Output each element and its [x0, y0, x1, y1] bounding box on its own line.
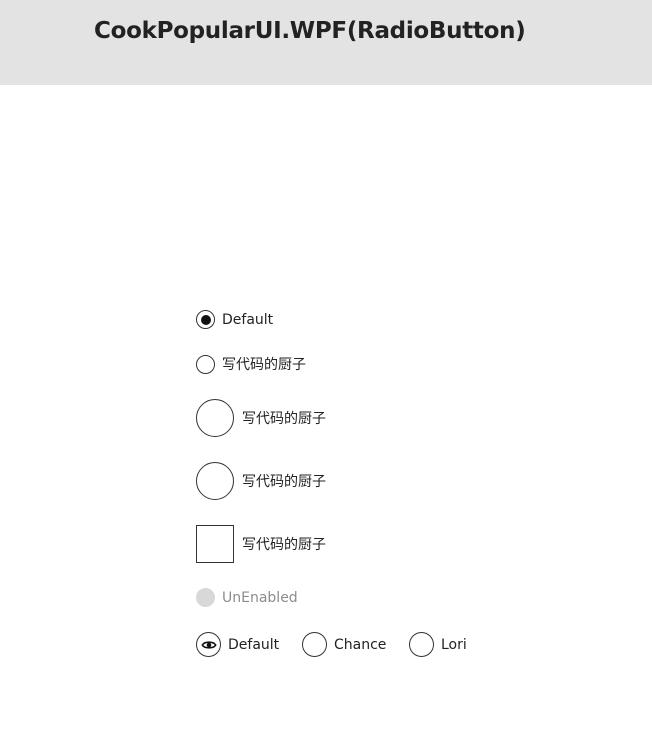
radio-label: Default — [222, 311, 274, 328]
radio-label: UnEnabled — [222, 589, 298, 606]
eye-icon — [201, 640, 216, 649]
radio-circle[interactable] — [196, 310, 215, 329]
radio-circle[interactable] — [302, 632, 327, 657]
radio-label: 写代码的厨子 — [242, 411, 326, 427]
title-bar: CookPopularUI.WPF(RadioButton) — [0, 0, 652, 85]
radio-label: 写代码的厨子 — [242, 474, 326, 490]
radio-large-circle-2[interactable]: 写代码的厨子 — [196, 462, 326, 500]
radio-checked-dot — [200, 314, 211, 325]
radio-label: Default — [228, 636, 280, 653]
radio-label: 写代码的厨子 — [242, 537, 326, 553]
radio-circle[interactable] — [196, 632, 221, 657]
radio-label: Chance — [334, 636, 387, 653]
radio-circle[interactable] — [409, 632, 434, 657]
radio-default[interactable]: Default — [196, 310, 273, 329]
radio-disabled: UnEnabled — [196, 588, 298, 607]
radio-group-item-default[interactable]: Default — [196, 632, 279, 657]
radio-small[interactable]: 写代码的厨子 — [196, 354, 306, 374]
radio-circle[interactable] — [196, 354, 215, 374]
radio-circle[interactable] — [196, 462, 234, 500]
radio-square[interactable]: 写代码的厨子 — [196, 525, 326, 563]
radio-group-item-lori[interactable]: Lori — [409, 632, 467, 657]
radio-large-circle-1[interactable]: 写代码的厨子 — [196, 399, 326, 437]
radio-square-box[interactable] — [196, 525, 234, 563]
radio-circle[interactable] — [196, 399, 234, 437]
radio-label: 写代码的厨子 — [222, 357, 306, 373]
radio-circle — [196, 588, 215, 607]
radio-label: Lori — [441, 636, 467, 653]
page-title: CookPopularUI.WPF(RadioButton) — [94, 18, 526, 44]
radio-group-item-chance[interactable]: Chance — [302, 632, 386, 657]
